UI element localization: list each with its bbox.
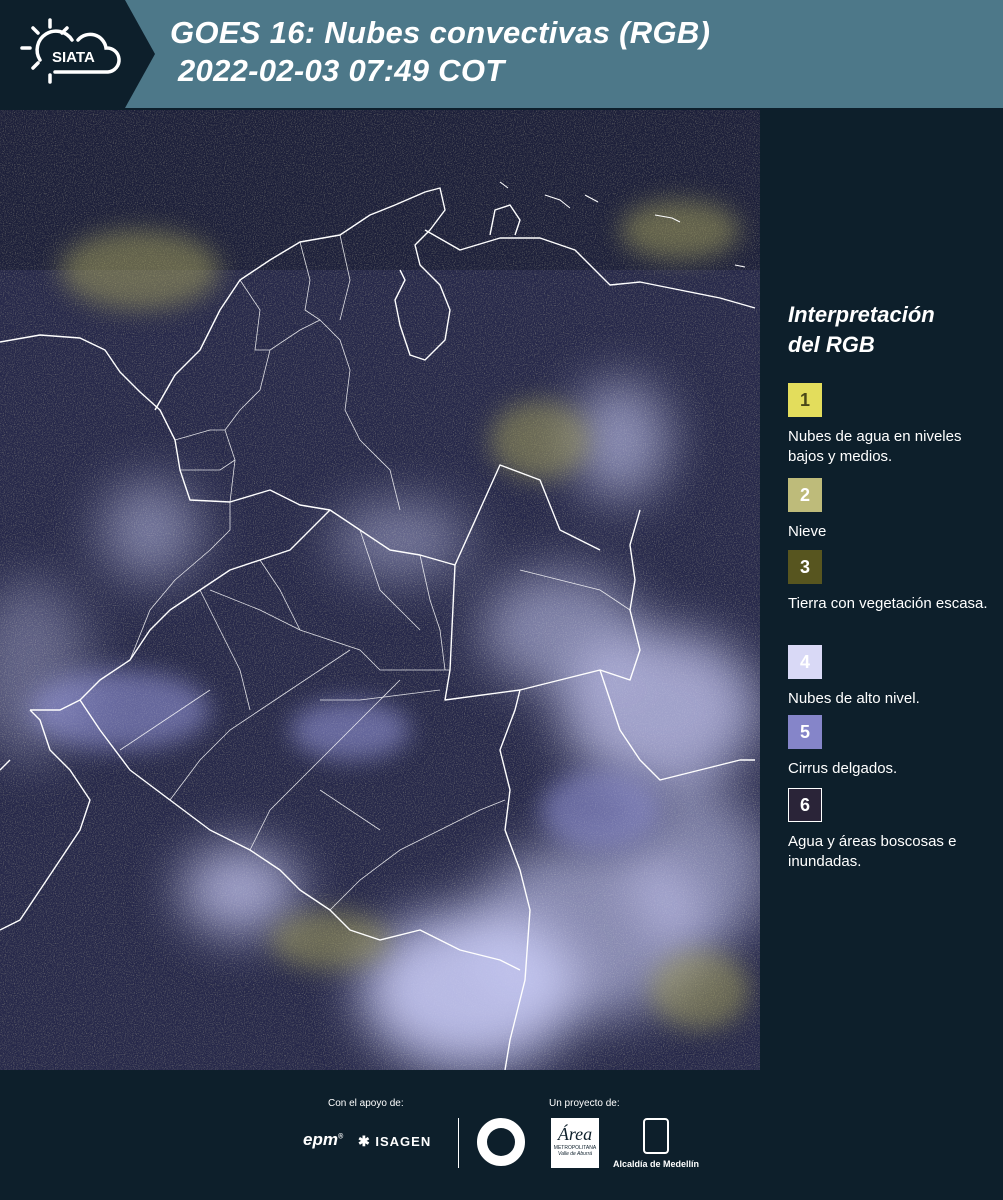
legend-label: Nubes de agua en niveles bajos y medios. bbox=[788, 428, 962, 465]
title-line-2: 2022-02-03 07:49 COT bbox=[178, 53, 505, 88]
legend-panel: Interpretación del RGB bbox=[776, 300, 991, 360]
legend-swatch: 3 bbox=[788, 550, 822, 584]
isagen-mark-icon: ✱ bbox=[358, 1133, 371, 1149]
isagen-logo: ✱ ISAGEN bbox=[358, 1133, 431, 1150]
legend-swatch: 5 bbox=[788, 715, 822, 749]
siata-logo: SIATA bbox=[0, 0, 155, 108]
medellin-seal-icon bbox=[477, 1118, 525, 1166]
page-title: GOES 16: Nubes convectivas (RGB) 2022-02… bbox=[170, 14, 710, 90]
legend-item: 3 Tierra con vegetación escasa. bbox=[788, 550, 988, 614]
legend-title-line-1: Interpretación bbox=[788, 302, 935, 327]
area-logo-script: Área bbox=[557, 1124, 593, 1144]
area-metropolitana-logo: Área METROPOLITANA Valle de Aburrá bbox=[551, 1118, 599, 1168]
legend-title: Interpretación del RGB bbox=[788, 300, 991, 360]
isagen-logo-text: ISAGEN bbox=[375, 1134, 432, 1149]
support-label: Con el apoyo de: bbox=[328, 1098, 404, 1109]
footer-divider bbox=[458, 1118, 459, 1168]
legend-label: Agua y áreas boscosas e inundadas. bbox=[788, 833, 957, 870]
epm-logo-text: epm bbox=[303, 1130, 338, 1149]
legend-swatch: 2 bbox=[788, 478, 822, 512]
legend-label: Nubes de alto nivel. bbox=[788, 690, 920, 707]
legend-swatch: 4 bbox=[788, 645, 822, 679]
logo-text: SIATA bbox=[52, 49, 95, 66]
project-label: Un proyecto de: bbox=[549, 1098, 620, 1109]
legend-label: Cirrus delgados. bbox=[788, 760, 898, 777]
legend-item: 4 Nubes de alto nivel. bbox=[788, 645, 988, 709]
alcaldia-label: Alcaldía de Medellín bbox=[613, 1159, 700, 1169]
legend-swatch: 6 bbox=[788, 788, 822, 822]
legend-label: Nieve bbox=[788, 523, 827, 540]
epm-logo: epm® bbox=[303, 1130, 344, 1149]
legend-item: 1 Nubes de agua en niveles bajos y medios… bbox=[788, 383, 988, 467]
legend-swatch: 1 bbox=[788, 383, 822, 417]
legend-item: 6 Agua y áreas boscosas e inundadas. bbox=[788, 788, 988, 872]
title-line-1: GOES 16: Nubes convectivas (RGB) bbox=[170, 15, 711, 50]
legend-item: 5 Cirrus delgados. bbox=[788, 715, 988, 779]
satellite-map bbox=[0, 110, 760, 1070]
legend-title-line-2: del RGB bbox=[788, 332, 875, 357]
legend-label: Tierra con vegetación escasa. bbox=[788, 595, 988, 612]
area-logo-sub2: Valle de Aburrá bbox=[557, 1151, 593, 1157]
legend-item: 2 Nieve bbox=[788, 478, 988, 542]
alcaldia-shield-icon bbox=[643, 1118, 669, 1154]
header-bar: SIATA GOES 16: Nubes convectivas (RGB) 2… bbox=[0, 0, 1003, 108]
